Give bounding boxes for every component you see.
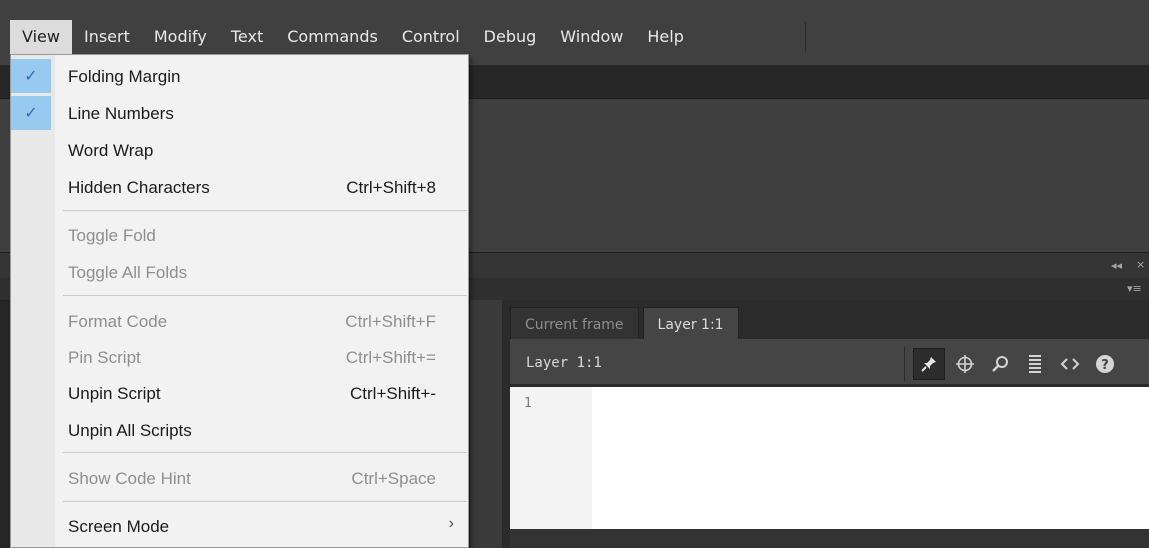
menu-bar-divider (805, 22, 806, 52)
menu-control[interactable]: Control (390, 20, 472, 54)
menu-item-label: Format Code (68, 312, 168, 331)
line-number: 1 (524, 396, 532, 411)
tab-layer-1-1[interactable]: Layer 1:1 (642, 307, 739, 340)
script-tabs: Current frame Layer 1:1 (510, 307, 743, 340)
code-snippets-icon[interactable] (1055, 349, 1085, 379)
menu-separator (63, 210, 467, 211)
menu-item-toggle-all-folds[interactable]: Toggle All Folds (11, 254, 468, 290)
menu-item-label: Toggle Fold (68, 226, 156, 245)
menu-separator (63, 452, 467, 453)
menu-item-label: Pin Script (68, 348, 141, 367)
menu-item-label: Folding Margin (68, 67, 181, 86)
menu-text[interactable]: Text (219, 20, 275, 54)
menu-help[interactable]: Help (635, 20, 695, 54)
script-toolbar: Layer 1:1 ? (510, 339, 1149, 384)
actions-script-navigator (470, 300, 502, 548)
editor-status-bar (510, 529, 1149, 548)
menu-insert[interactable]: Insert (72, 20, 142, 54)
menu-item-label: Unpin All Scripts (68, 421, 192, 440)
menu-item-pin-script[interactable]: Pin Script Ctrl+Shift+= (11, 339, 468, 375)
toolbar-divider (904, 347, 905, 381)
view-menu-dropdown: ✓ Folding Margin ✓ Line Numbers Word Wra… (10, 54, 469, 548)
checkmark-icon: ✓ (11, 59, 51, 93)
script-title: Layer 1:1 (526, 355, 602, 371)
menu-separator (63, 501, 467, 502)
menu-item-shortcut: Ctrl+Shift+- (350, 384, 436, 403)
menu-item-unpin-script[interactable]: Unpin Script Ctrl+Shift+- (11, 375, 468, 411)
menu-item-label: Hidden Characters (68, 178, 210, 197)
close-panel-icon[interactable]: × (1136, 258, 1145, 271)
tab-current-frame[interactable]: Current frame (510, 307, 639, 340)
menu-item-shortcut: Ctrl+Space (351, 469, 436, 488)
menu-commands[interactable]: Commands (275, 20, 390, 54)
menu-item-unpin-all-scripts[interactable]: Unpin All Scripts (11, 412, 468, 448)
menu-item-toggle-fold[interactable]: Toggle Fold (11, 217, 468, 253)
submenu-arrow-icon: › (448, 515, 454, 532)
search-icon[interactable] (985, 349, 1015, 379)
menu-modify[interactable]: Modify (142, 20, 219, 54)
menu-item-label: Show Code Hint (68, 469, 191, 488)
menu-item-hidden-characters[interactable]: Hidden Characters Ctrl+Shift+8 (11, 169, 468, 205)
menu-item-shortcut: Ctrl+Shift+= (345, 348, 436, 367)
menu-item-line-numbers[interactable]: ✓ Line Numbers (11, 95, 468, 131)
format-icon[interactable] (1020, 349, 1050, 379)
menu-item-word-wrap[interactable]: Word Wrap (11, 132, 468, 168)
menu-item-label: Toggle All Folds (68, 263, 188, 282)
pin-icon[interactable] (913, 348, 945, 380)
menu-item-label: Line Numbers (68, 104, 174, 123)
help-icon[interactable]: ? (1090, 349, 1120, 379)
checkmark-icon: ✓ (11, 96, 51, 130)
menu-item-shortcut: Ctrl+Shift+F (345, 312, 436, 331)
menu-window[interactable]: Window (548, 20, 635, 54)
menu-item-format-code[interactable]: Format Code Ctrl+Shift+F (11, 303, 468, 339)
toolbar-icons: ? (904, 347, 1125, 381)
menu-item-label: Unpin Script (68, 384, 161, 403)
collapse-panel-icon[interactable]: ◂◂ (1111, 259, 1122, 272)
menu-item-label: Screen Mode (68, 517, 170, 536)
menu-item-label: Word Wrap (68, 141, 154, 160)
menu-item-show-code-hint[interactable]: Show Code Hint Ctrl+Space (11, 460, 468, 496)
menu-separator (63, 295, 467, 296)
menu-view[interactable]: View (10, 20, 72, 54)
menu-item-screen-mode[interactable]: Screen Mode › (11, 508, 468, 544)
line-number-gutter: 1 (510, 387, 592, 529)
panel-options-icon[interactable]: ▾≡ (1127, 282, 1142, 295)
target-icon[interactable] (950, 349, 980, 379)
menu-item-shortcut: Ctrl+Shift+8 (346, 178, 436, 197)
menu-item-folding-margin[interactable]: ✓ Folding Margin (11, 58, 468, 94)
script-editor[interactable]: 1 (510, 387, 1149, 529)
svg-text:?: ? (1101, 358, 1109, 373)
menu-bar-items: View Insert Modify Text Commands Control… (10, 20, 696, 54)
menu-debug[interactable]: Debug (472, 20, 549, 54)
